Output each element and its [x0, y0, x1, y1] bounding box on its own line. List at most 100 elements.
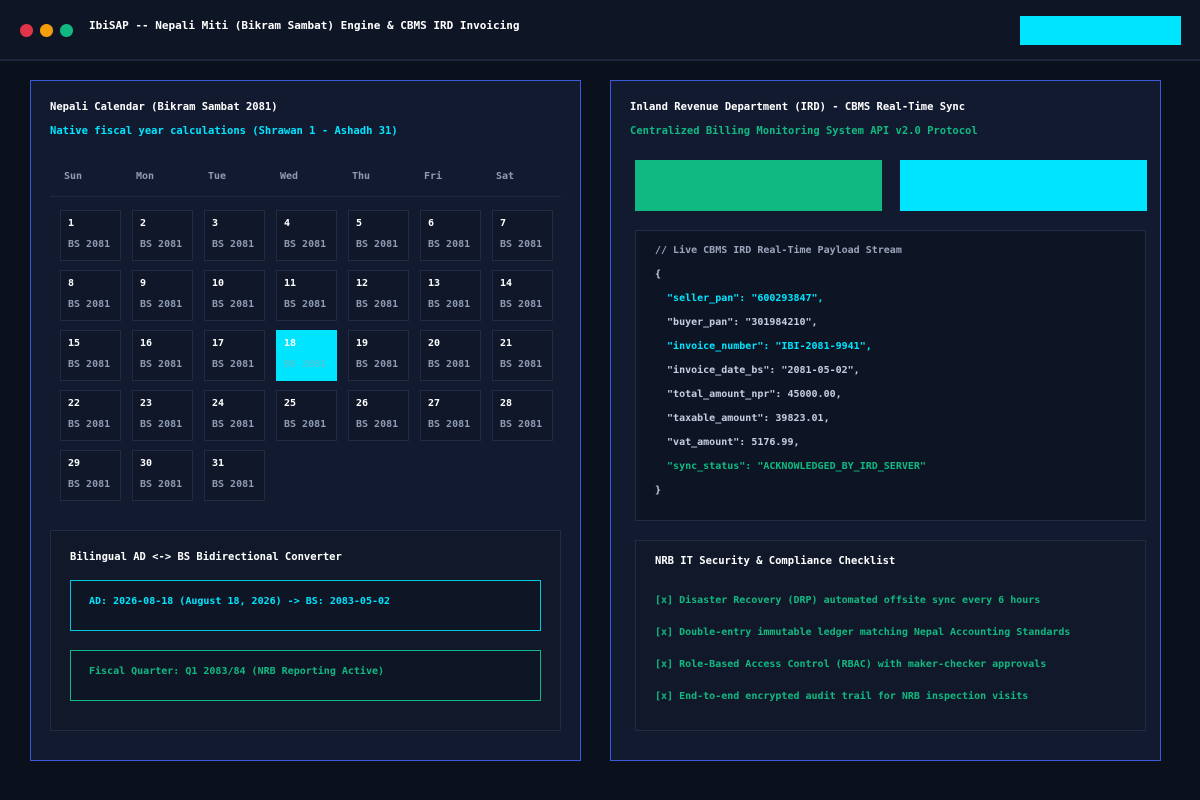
checklist-item: [x] Role-Based Access Control (RBAC) wit… [655, 659, 1047, 670]
conversion-result-box: AD: 2026-08-18 (August 18, 2026) -> BS: … [70, 580, 541, 631]
payload-line: "taxable_amount": 39823.01, [655, 413, 830, 424]
calendar-day-cell[interactable]: 11 BS 2081 [276, 270, 337, 321]
title-bar: IbiSAP -- Nepali Miti (Bikram Sambat) En… [0, 0, 1200, 61]
day-number: 4 [284, 218, 291, 229]
day-year-label: BS 2081 [356, 239, 399, 250]
calendar-day-cell[interactable]: 26 BS 2081 [348, 390, 409, 441]
fiscal-quarter-box: Fiscal Quarter: Q1 2083/84 (NRB Reportin… [70, 650, 541, 701]
day-year-label: BS 2081 [140, 239, 183, 250]
day-year-label: BS 2081 [140, 299, 183, 310]
calendar-day-cell[interactable]: 16 BS 2081 [132, 330, 193, 381]
day-year-label: BS 2081 [284, 359, 327, 370]
ird-title: Inland Revenue Department (IRD) - CBMS R… [630, 101, 966, 113]
calendar-day-cell[interactable]: 8 BS 2081 [60, 270, 121, 321]
day-year-label: BS 2081 [212, 299, 255, 310]
weekday-tue: Tue [208, 171, 227, 182]
day-number: 6 [428, 218, 435, 229]
calendar-day-cell[interactable]: 27 BS 2081 [420, 390, 481, 441]
calendar-day-cell[interactable]: 29 BS 2081 [60, 450, 121, 501]
green-action-button[interactable] [635, 160, 882, 211]
calendar-day-cell[interactable]: 17 BS 2081 [204, 330, 265, 381]
day-number: 31 [212, 458, 225, 469]
calendar-day-cell[interactable]: 12 BS 2081 [348, 270, 409, 321]
payload-line: "buyer_pan": "301984210", [655, 317, 818, 328]
day-number: 23 [140, 398, 153, 409]
weekday-wed: Wed [280, 171, 299, 182]
calendar-day-cell[interactable]: 6 BS 2081 [420, 210, 481, 261]
day-year-label: BS 2081 [68, 239, 111, 250]
calendar-day-cell[interactable]: 30 BS 2081 [132, 450, 193, 501]
weekday-sun: Sun [64, 171, 83, 182]
calendar-day-cell[interactable]: 28 BS 2081 [492, 390, 553, 441]
day-year-label: BS 2081 [500, 359, 543, 370]
day-number: 22 [68, 398, 81, 409]
day-year-label: BS 2081 [68, 359, 111, 370]
close-window-dot[interactable] [20, 24, 33, 37]
payload-line: } [655, 485, 662, 496]
day-year-label: BS 2081 [428, 239, 471, 250]
day-number: 3 [212, 218, 219, 229]
calendar-day-cell[interactable]: 1 BS 2081 [60, 210, 121, 261]
day-number: 21 [500, 338, 513, 349]
ird-subtitle: Centralized Billing Monitoring System AP… [630, 125, 978, 137]
compliance-checklist: NRB IT Security & Compliance Checklist [… [635, 540, 1146, 731]
calendar-day-cell[interactable]: 13 BS 2081 [420, 270, 481, 321]
calendar-day-cell[interactable]: 4 BS 2081 [276, 210, 337, 261]
day-year-label: BS 2081 [356, 419, 399, 430]
minimize-window-dot[interactable] [40, 24, 53, 37]
calendar-day-cell[interactable]: 18 BS 2081 [276, 330, 337, 381]
calendar-day-cell[interactable]: 21 BS 2081 [492, 330, 553, 381]
day-year-label: BS 2081 [500, 419, 543, 430]
calendar-day-cell[interactable]: 5 BS 2081 [348, 210, 409, 261]
calendar-panel: Nepali Calendar (Bikram Sambat 2081) Nat… [30, 80, 581, 761]
day-number: 10 [212, 278, 225, 289]
checklist-item: [x] Double-entry immutable ledger matchi… [655, 627, 1071, 638]
day-year-label: BS 2081 [68, 299, 111, 310]
calendar-day-cell[interactable]: 10 BS 2081 [204, 270, 265, 321]
converter-title: Bilingual AD <-> BS Bidirectional Conver… [70, 551, 342, 563]
calendar-day-cell[interactable]: 14 BS 2081 [492, 270, 553, 321]
day-year-label: BS 2081 [356, 359, 399, 370]
cyan-action-button[interactable] [900, 160, 1147, 211]
day-year-label: BS 2081 [500, 239, 543, 250]
day-number: 30 [140, 458, 153, 469]
calendar-day-cell[interactable]: 25 BS 2081 [276, 390, 337, 441]
payload-line: { [655, 269, 662, 280]
calendar-day-cell[interactable]: 15 BS 2081 [60, 330, 121, 381]
calendar-day-cell[interactable]: 9 BS 2081 [132, 270, 193, 321]
date-converter-card: Bilingual AD <-> BS Bidirectional Conver… [50, 530, 561, 731]
day-year-label: BS 2081 [428, 359, 471, 370]
day-number: 13 [428, 278, 441, 289]
calendar-day-cell[interactable]: 7 BS 2081 [492, 210, 553, 261]
day-number: 1 [68, 218, 75, 229]
calendar-title: Nepali Calendar (Bikram Sambat 2081) [50, 101, 278, 113]
ird-sync-panel: Inland Revenue Department (IRD) - CBMS R… [610, 80, 1161, 761]
calendar-day-cell[interactable]: 3 BS 2081 [204, 210, 265, 261]
calendar-day-cell[interactable]: 2 BS 2081 [132, 210, 193, 261]
calendar-day-cell[interactable]: 31 BS 2081 [204, 450, 265, 501]
calendar-day-cell[interactable]: 19 BS 2081 [348, 330, 409, 381]
header-action-button[interactable] [1020, 16, 1181, 45]
payload-line: "seller_pan": "600293847", [655, 293, 824, 304]
payload-line: "total_amount_npr": 45000.00, [655, 389, 842, 400]
calendar-day-cell[interactable]: 23 BS 2081 [132, 390, 193, 441]
day-number: 29 [68, 458, 81, 469]
fiscal-quarter-text: Fiscal Quarter: Q1 2083/84 (NRB Reportin… [89, 666, 385, 677]
maximize-window-dot[interactable] [60, 24, 73, 37]
checklist-item: [x] Disaster Recovery (DRP) automated of… [655, 595, 1041, 606]
day-number: 14 [500, 278, 513, 289]
payload-line: "vat_amount": 5176.99, [655, 437, 800, 448]
day-year-label: BS 2081 [68, 479, 111, 490]
calendar-day-cell[interactable]: 22 BS 2081 [60, 390, 121, 441]
calendar-day-cell[interactable]: 24 BS 2081 [204, 390, 265, 441]
checklist-title: NRB IT Security & Compliance Checklist [655, 555, 896, 567]
day-number: 12 [356, 278, 369, 289]
checklist-item: [x] End-to-end encrypted audit trail for… [655, 691, 1029, 702]
calendar-day-cell[interactable]: 20 BS 2081 [420, 330, 481, 381]
day-number: 11 [284, 278, 297, 289]
day-number: 19 [356, 338, 369, 349]
day-year-label: BS 2081 [68, 419, 111, 430]
day-number: 5 [356, 218, 363, 229]
day-number: 25 [284, 398, 297, 409]
day-year-label: BS 2081 [356, 299, 399, 310]
